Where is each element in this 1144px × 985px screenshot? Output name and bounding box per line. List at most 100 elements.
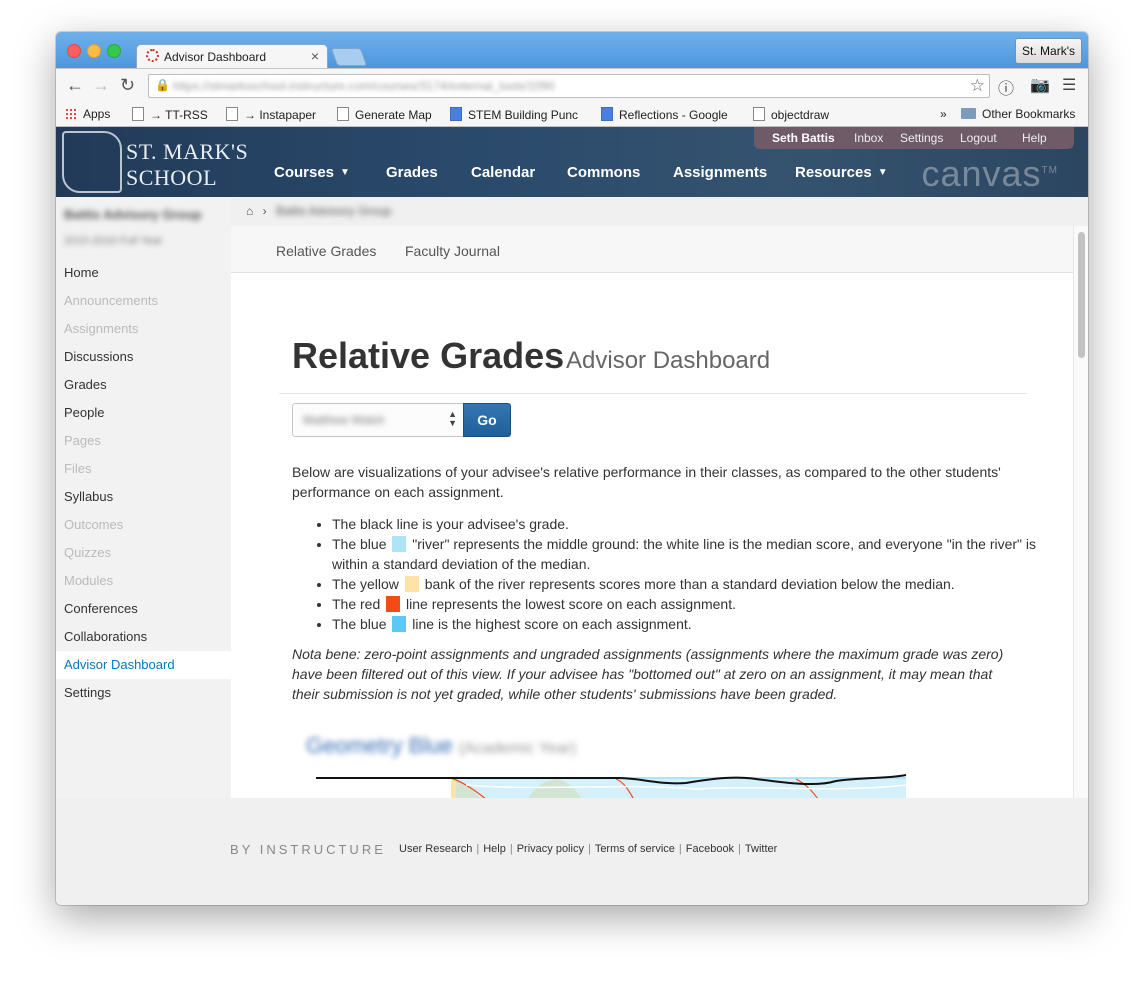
bookmark-reflections[interactable]: Reflections - Google	[601, 107, 728, 122]
tab-title: Advisor Dashboard	[164, 50, 267, 64]
bookmark-objectdraw[interactable]: objectdraw	[753, 107, 829, 122]
minimize-window-button[interactable]	[87, 44, 101, 58]
user-name-link[interactable]: Seth Battis	[772, 131, 835, 145]
legend-list: The black line is your advisee's grade. …	[292, 514, 1062, 634]
caret-down-icon: ▼	[877, 167, 888, 178]
apps-grid-icon	[65, 108, 77, 120]
nav-commons[interactable]: Commons	[567, 164, 640, 181]
sidebar-item-people[interactable]: People	[64, 405, 104, 420]
high-blue-swatch	[392, 616, 407, 632]
address-bar[interactable]: 🔒 https://stmarksschool.instructure.com/…	[148, 74, 990, 98]
settings-link[interactable]: Settings	[900, 131, 943, 145]
sidebar-item-syllabus[interactable]: Syllabus	[64, 489, 113, 504]
sidebar-item-collaborations[interactable]: Collaborations	[64, 629, 147, 644]
menu-hamburger-icon[interactable]: ☰	[1062, 75, 1076, 95]
camera-icon[interactable]: 📷	[1030, 75, 1050, 95]
nav-calendar[interactable]: Calendar	[471, 164, 535, 181]
chart-title: Geometry Blue (Academic Year)	[306, 733, 577, 758]
page-icon	[337, 107, 349, 121]
sidebar-item-announcements[interactable]: Announcements	[64, 293, 158, 308]
tab-close-icon[interactable]: ×	[311, 48, 319, 64]
sidebar-item-quizzes[interactable]: Quizzes	[64, 545, 111, 560]
go-button[interactable]: Go	[463, 403, 511, 437]
nav-resources[interactable]: Resources ▼	[795, 164, 888, 181]
sidebar-item-home[interactable]: Home	[64, 265, 99, 280]
help-link[interactable]: Help	[1022, 131, 1047, 145]
page-subtitle: Advisor Dashboard	[566, 347, 771, 374]
breadcrumb-current[interactable]: Battis Advisory Group	[276, 204, 391, 218]
instructure-brand[interactable]: BY INSTRUCTURE	[230, 842, 386, 857]
sidebar-item-assignments[interactable]: Assignments	[64, 321, 138, 336]
sidebar-item-conferences[interactable]: Conferences	[64, 601, 138, 616]
separator: |	[476, 843, 480, 855]
zoom-window-button[interactable]	[107, 44, 121, 58]
tool-subnav: Relative Grades Faculty Journal	[231, 226, 1073, 273]
footer-link-facebook[interactable]: Facebook	[686, 843, 734, 855]
course-term: 2015-2016 Full Year	[64, 235, 163, 247]
nav-courses[interactable]: Courses ▼	[274, 164, 350, 181]
bookmark-star-icon[interactable]: ☆	[970, 76, 985, 96]
browser-toolbar: ← → ↻ 🔒 https://stmarksschool.instructur…	[56, 68, 1088, 103]
sidebar-item-discussions[interactable]: Discussions	[64, 349, 133, 364]
legend-item-bank: The yellow bank of the river represents …	[332, 574, 1062, 594]
school-crest-icon[interactable]	[62, 131, 122, 193]
sidebar-item-advisor-dashboard[interactable]: Advisor Dashboard	[56, 651, 231, 679]
sidebar-item-files[interactable]: Files	[64, 461, 91, 476]
advisee-select[interactable]: Matthew Walsh ▲ ▼	[292, 403, 464, 437]
reload-icon[interactable]: ↻	[120, 75, 135, 96]
nav-assignments[interactable]: Assignments	[673, 164, 767, 181]
bookmarks-overflow-chevron[interactable]: »	[940, 107, 947, 121]
tab-faculty-journal[interactable]: Faculty Journal	[405, 243, 500, 259]
footer-link-twitter[interactable]: Twitter	[745, 843, 777, 855]
bookmark-instapaper[interactable]: → Instapaper	[226, 107, 316, 122]
footer-link-terms[interactable]: Terms of service	[595, 843, 675, 855]
river-blue-swatch	[392, 536, 407, 552]
logout-link[interactable]: Logout	[960, 131, 997, 145]
bookmark-stem-building[interactable]: STEM Building Punc	[450, 107, 578, 122]
onepassword-icon[interactable]: ⓘ	[998, 75, 1014, 99]
new-tab-button[interactable]	[330, 48, 368, 66]
forward-arrow-icon[interactable]: →	[92, 75, 110, 96]
sidebar-item-pages[interactable]: Pages	[64, 433, 101, 448]
breadcrumb: ⌂ › Battis Advisory Group	[246, 204, 391, 218]
select-arrows-icon: ▲ ▼	[448, 409, 457, 428]
bookmark-generate-map[interactable]: Generate Map	[337, 107, 432, 122]
bookmark-tt-rss[interactable]: → TT-RSS	[132, 107, 208, 122]
bookmark-apps[interactable]: Apps	[65, 107, 110, 121]
legend-item-highest: The blue line is the highest score on ea…	[332, 614, 1062, 634]
browser-tab-active[interactable]: Advisor Dashboard ×	[136, 44, 328, 69]
profile-button[interactable]: St. Mark's	[1015, 38, 1082, 64]
page-title: Relative Grades	[292, 335, 565, 376]
nota-bene-text: Nota bene: zero-point assignments and un…	[292, 646, 1004, 702]
user-menu: Seth Battis Inbox Settings Logout Help	[754, 127, 1074, 149]
footer-links: User Research | Help | Privacy policy | Terms …	[399, 843, 777, 855]
footer-link-user-research[interactable]: User Research	[399, 843, 472, 855]
trademark-mark: TM	[1041, 165, 1058, 176]
chevron-right-icon: ›	[262, 204, 267, 218]
canvas-header: ST. MARK'S SCHOOL Seth Battis Inbox Sett…	[56, 127, 1088, 197]
separator: |	[738, 843, 741, 855]
scrollbar-thumb[interactable]	[1078, 232, 1085, 358]
close-window-button[interactable]	[67, 44, 81, 58]
url-text: https://stmarksschool.instructure.com/co…	[173, 79, 555, 93]
school-name-line1: ST. MARK'S	[126, 139, 249, 164]
footer-link-help[interactable]: Help	[483, 843, 506, 855]
sidebar-item-settings[interactable]: Settings	[64, 685, 111, 700]
inbox-link[interactable]: Inbox	[854, 131, 883, 145]
sidebar-item-grades[interactable]: Grades	[64, 377, 107, 392]
bookmark-other-folder[interactable]: Other Bookmarks	[961, 107, 1075, 121]
folder-icon	[961, 108, 976, 119]
content-scrollbar[interactable]	[1073, 226, 1088, 798]
caret-down-icon: ▼	[340, 167, 350, 178]
page-footer: BY INSTRUCTURE User Research | Help | Privac…	[56, 798, 1088, 905]
bookmarks-bar: Apps → TT-RSS → Instapaper Generate Map …	[56, 102, 1088, 127]
nav-grades[interactable]: Grades	[386, 164, 438, 181]
back-arrow-icon[interactable]: ←	[66, 75, 84, 96]
school-name-line2: SCHOOL	[126, 165, 218, 190]
home-icon[interactable]: ⌂	[246, 204, 253, 218]
footer-link-privacy[interactable]: Privacy policy	[517, 843, 584, 855]
sidebar-item-modules[interactable]: Modules	[64, 573, 113, 588]
tab-relative-grades[interactable]: Relative Grades	[276, 243, 376, 259]
bank-yellow-swatch	[404, 576, 419, 592]
sidebar-item-outcomes[interactable]: Outcomes	[64, 517, 123, 532]
